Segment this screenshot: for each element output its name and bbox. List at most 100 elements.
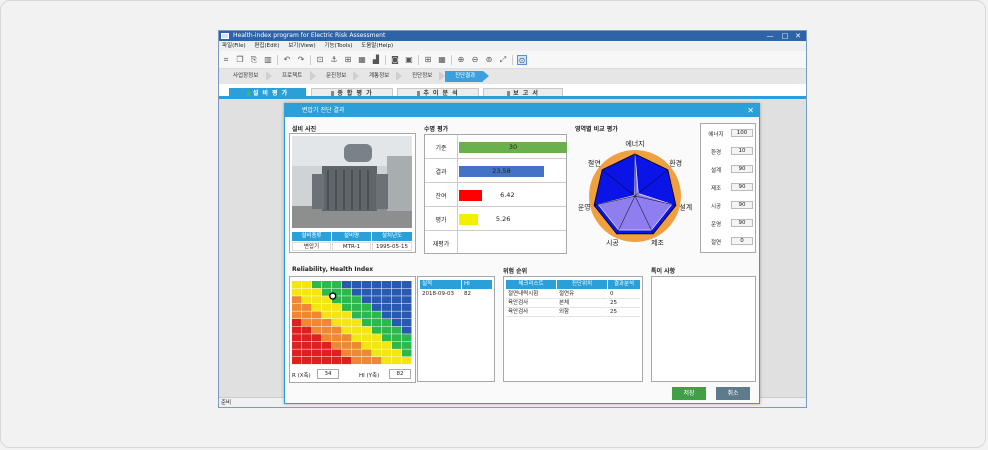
- step-business-info[interactable]: 사업장정보: [223, 71, 272, 82]
- heatmap-cell: [382, 319, 392, 327]
- heatmap-cell: [392, 334, 402, 342]
- crop-icon[interactable]: ⌗: [221, 55, 231, 65]
- heatmap-cell: [332, 334, 342, 342]
- risk-cell[interactable]: 25: [608, 299, 640, 308]
- menu-edit[interactable]: 편집(Edit): [254, 43, 279, 49]
- step-interview-info[interactable]: 문진정보: [316, 71, 359, 82]
- zoom-reset-icon[interactable]: ⊚: [484, 55, 494, 65]
- heatmap-cell: [392, 311, 402, 319]
- heatmap-cell: [402, 349, 412, 357]
- step-system-info[interactable]: 계통정보: [359, 71, 402, 82]
- history-header-record: 실적: [420, 280, 461, 289]
- r-axis-label: R (X축): [292, 373, 311, 379]
- heatmap-cell: [392, 357, 402, 365]
- heatmap-cell: [312, 334, 322, 342]
- index-value[interactable]: 90: [731, 219, 753, 227]
- risk-cell[interactable]: 외함: [557, 308, 607, 317]
- menu-tools[interactable]: 기능(Tools): [324, 43, 352, 49]
- heatmap-cell: [342, 319, 352, 327]
- index-label: 절연: [710, 240, 722, 246]
- index-value[interactable]: 90: [731, 201, 753, 209]
- save-icon[interactable]: ⎘: [249, 55, 259, 65]
- r-value-field[interactable]: 34: [317, 369, 339, 379]
- cancel-button[interactable]: 취소: [716, 387, 750, 400]
- tool-a-icon[interactable]: ⊡: [315, 55, 325, 65]
- heatmap-cell: [292, 334, 302, 342]
- heatmap-cell: [352, 319, 362, 327]
- index-value[interactable]: 10: [731, 147, 753, 155]
- layout-b-icon[interactable]: ⊞: [423, 55, 433, 65]
- risk-cell[interactable]: 절연내력시험: [506, 290, 556, 299]
- redo-icon[interactable]: ↷: [296, 55, 306, 65]
- tool-d-icon[interactable]: ▦: [357, 55, 367, 65]
- heatmap-cell: [392, 281, 402, 289]
- delete-icon[interactable]: ▥: [263, 55, 273, 65]
- heatmap-cell: [372, 296, 382, 304]
- copy-icon[interactable]: ❐: [235, 55, 245, 65]
- minimize-icon[interactable]: —: [764, 31, 776, 41]
- menu-help[interactable]: 도움말(Help): [361, 43, 393, 49]
- layout-a-icon[interactable]: ▣: [404, 55, 414, 65]
- heatmap-cell: [292, 288, 302, 296]
- heatmap-cell: [342, 357, 352, 365]
- risk-cell[interactable]: 본체: [557, 299, 607, 308]
- index-value[interactable]: 0: [731, 237, 753, 245]
- index-value[interactable]: 100: [731, 129, 753, 137]
- heatmap-cell: [322, 357, 332, 365]
- heatmap-cell: [352, 288, 362, 296]
- diagnosis-result-dialog: 변압기 진단 결과 ✕ 설비 사진 설비종류 설비명 설치년도 변압기 MTR-…: [284, 103, 760, 404]
- index-value[interactable]: 90: [731, 165, 753, 173]
- risk-cell[interactable]: 절연유: [557, 290, 607, 299]
- heatmap-cell: [352, 357, 362, 365]
- heatmap-cell: [302, 326, 312, 334]
- zoom-out-icon[interactable]: ⊖: [470, 55, 480, 65]
- heatmap-cell: [362, 319, 372, 327]
- dialog-close-icon[interactable]: ✕: [747, 104, 754, 117]
- heatmap-cell: [382, 311, 392, 319]
- toolbar: ⌗ ❐ ⎘ ▥ ↶ ↷ ⊡ ⚓ ⊞ ▦ ▟ ◙ ▣ ⊞ ▦ ⊕ ⊖ ⊚ ⤢ ⊙: [219, 51, 806, 69]
- history-hi[interactable]: 82: [462, 290, 492, 299]
- menu-file[interactable]: 파일(File): [222, 43, 246, 49]
- heatmap-cell: [322, 303, 332, 311]
- heatmap-cell: [332, 311, 342, 319]
- tool-e-icon[interactable]: ▟: [371, 55, 381, 65]
- heatmap-cell: [372, 311, 382, 319]
- fullscreen-icon[interactable]: ⤢: [498, 55, 508, 65]
- photo-value-name: MTR-1: [332, 242, 371, 251]
- step-diagnosis-result[interactable]: 진단결과: [445, 71, 489, 82]
- tool-b-icon[interactable]: ⚓: [329, 55, 339, 65]
- bag-icon[interactable]: ◙: [390, 55, 400, 65]
- zoom-search-icon[interactable]: ⊙: [517, 55, 527, 65]
- heatmap-cell: [392, 296, 402, 304]
- zoom-in-icon[interactable]: ⊕: [456, 55, 466, 65]
- photo-value-type: 변압기: [292, 242, 331, 251]
- close-icon[interactable]: ✕: [792, 31, 804, 41]
- heatmap-cell: [302, 296, 312, 304]
- heatmap-cell: [402, 334, 412, 342]
- heatmap-cell: [402, 311, 412, 319]
- risk-cell[interactable]: 0: [608, 290, 640, 299]
- undo-icon[interactable]: ↶: [282, 55, 292, 65]
- eval-label: 평가: [435, 217, 447, 224]
- risk-cell[interactable]: 25: [608, 308, 640, 317]
- heatmap-cell: [362, 326, 372, 334]
- heatmap-cell: [362, 303, 372, 311]
- heatmap-cell: [352, 326, 362, 334]
- save-button[interactable]: 저장: [672, 387, 706, 400]
- heatmap-cell: [312, 288, 322, 296]
- history-date[interactable]: 2018-09-03: [420, 290, 461, 299]
- hi-value-field[interactable]: 82: [389, 369, 411, 379]
- grid-icon[interactable]: ▦: [437, 55, 447, 65]
- risk-cell[interactable]: 육안검사: [506, 299, 556, 308]
- maximize-icon[interactable]: □: [779, 31, 791, 41]
- notes-textarea[interactable]: [651, 276, 756, 382]
- tool-c-icon[interactable]: ⊞: [343, 55, 353, 65]
- menu-view[interactable]: 보기(View): [288, 43, 315, 49]
- heatmap-cell: [292, 303, 302, 311]
- step-diagnosis-info[interactable]: 진단정보: [402, 71, 445, 82]
- rh-position-marker: [329, 292, 337, 300]
- index-value[interactable]: 90: [731, 183, 753, 191]
- risk-cell[interactable]: 육안검사: [506, 308, 556, 317]
- step-project[interactable]: 프로젝트: [272, 71, 316, 82]
- step-navigation: 사업장정보 프로젝트 문진정보 계통정보 진단정보 진단결과: [219, 69, 806, 84]
